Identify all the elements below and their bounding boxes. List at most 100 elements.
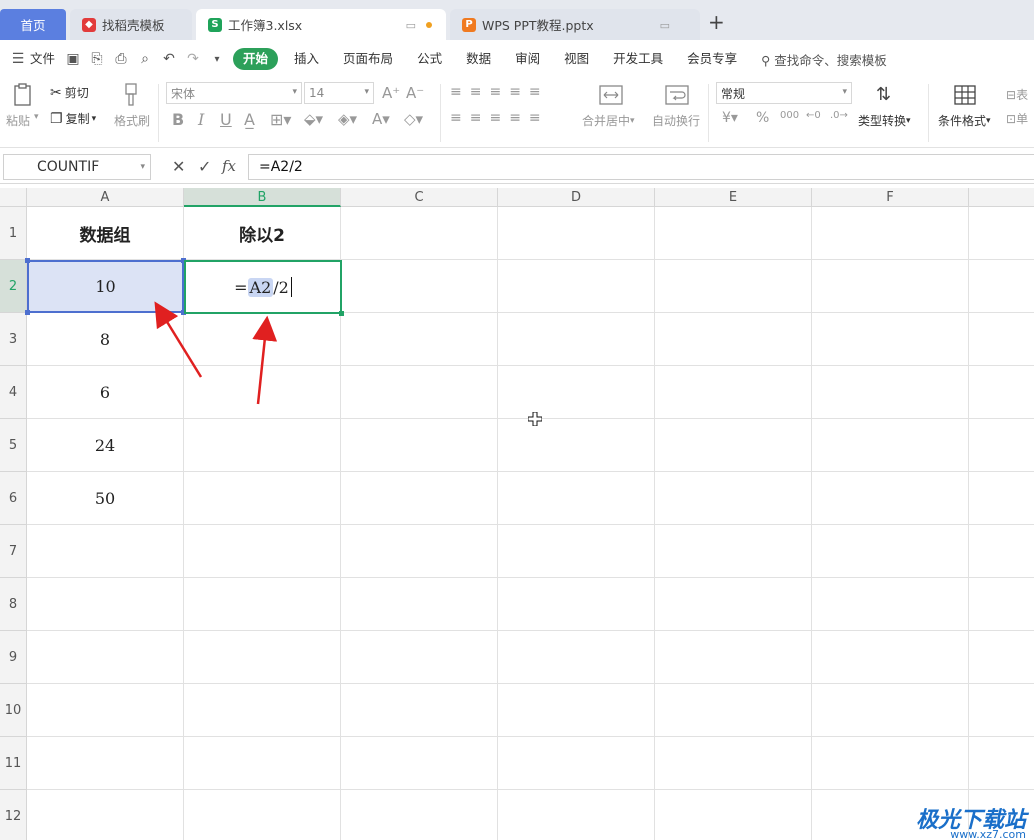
cut-button[interactable]: ✂ 剪切 [50, 84, 89, 101]
grid-cell[interactable] [184, 366, 341, 419]
grid-cell[interactable] [812, 207, 969, 260]
column-header-g[interactable] [969, 188, 1034, 207]
number-format-select[interactable]: 常规 ▾ [716, 82, 852, 104]
grid-cell[interactable] [655, 313, 812, 366]
print-preview-icon[interactable]: ⌕ [133, 48, 157, 70]
cell-a5[interactable]: 24 [27, 419, 184, 472]
grid-cell[interactable] [184, 631, 341, 684]
tab-ppt[interactable]: P WPS PPT教程.pptx ▭ [450, 9, 700, 40]
grid-cell[interactable] [812, 631, 969, 684]
grid-cell[interactable] [27, 578, 184, 631]
grid-cell[interactable] [341, 631, 498, 684]
grid-cell[interactable] [655, 684, 812, 737]
row-header-4[interactable]: 4 [0, 366, 27, 419]
row-header-5[interactable]: 5 [0, 419, 27, 472]
grid-cell[interactable] [969, 313, 1034, 366]
grid-cell[interactable] [184, 790, 341, 840]
grid-cell[interactable] [655, 260, 812, 313]
grid-cell[interactable] [655, 737, 812, 790]
name-box[interactable]: COUNTIF ▾ [3, 154, 151, 180]
menu-developer[interactable]: 开发工具 [601, 48, 675, 70]
eraser-icon[interactable]: ◇▾ [404, 110, 423, 128]
grid-cell[interactable] [655, 525, 812, 578]
monitor-icon[interactable]: ▭ [406, 19, 416, 32]
grid-cell[interactable] [27, 525, 184, 578]
grid-cell[interactable] [655, 207, 812, 260]
tab-home[interactable]: 首页 [0, 9, 66, 40]
row-header-6[interactable]: 6 [0, 472, 27, 525]
font-color-icon[interactable]: A▾ [372, 110, 390, 128]
grid-cell[interactable] [498, 525, 655, 578]
percent-icon[interactable]: % [756, 110, 769, 126]
customize-chevron-down-icon[interactable]: ▾ [205, 48, 229, 70]
grid-cell[interactable] [341, 525, 498, 578]
cell-button[interactable]: ⊡ 单 [1006, 110, 1028, 127]
grid-cell[interactable] [969, 737, 1034, 790]
cell-a4[interactable]: 6 [27, 366, 184, 419]
grid-cell[interactable] [812, 737, 969, 790]
column-header-b[interactable]: B [184, 188, 341, 207]
grid-cell[interactable] [184, 684, 341, 737]
grid-cell[interactable] [969, 260, 1034, 313]
decrease-font-icon[interactable]: A⁻ [406, 84, 424, 102]
menu-insert[interactable]: 插入 [282, 48, 331, 70]
grid-cell[interactable] [341, 684, 498, 737]
grid-cell[interactable] [969, 472, 1034, 525]
grid-cell[interactable] [969, 631, 1034, 684]
export-pdf-icon[interactable]: ⎘ [85, 48, 109, 70]
menu-page-layout[interactable]: 页面布局 [331, 48, 405, 70]
format-painter-icon[interactable] [118, 82, 144, 108]
redo-icon[interactable]: ↷ [181, 48, 205, 70]
grid-cell[interactable] [655, 472, 812, 525]
column-header-c[interactable]: C [341, 188, 498, 207]
grid-cell[interactable] [184, 578, 341, 631]
grid-cell[interactable] [498, 207, 655, 260]
hamburger-menu-icon[interactable]: ☰ [6, 48, 30, 70]
ref-handle[interactable] [25, 258, 30, 263]
menu-start[interactable]: 开始 [233, 48, 279, 70]
grid-cell[interactable] [498, 790, 655, 840]
confirm-check-icon[interactable]: ✓ [198, 157, 211, 176]
type-convert-button[interactable]: 类型转换 ▾ [858, 112, 911, 129]
grid-cell[interactable] [341, 207, 498, 260]
cell-b1[interactable]: 除以2 [184, 207, 341, 260]
menu-view[interactable]: 视图 [552, 48, 601, 70]
cell-a6[interactable]: 50 [27, 472, 184, 525]
menu-review[interactable]: 审阅 [503, 48, 552, 70]
thousands-icon[interactable]: 000 [780, 110, 799, 121]
grid-cell[interactable] [812, 525, 969, 578]
merge-center-icon[interactable] [598, 82, 624, 108]
grid-cell[interactable] [498, 737, 655, 790]
grid-cell[interactable] [812, 419, 969, 472]
row-header-1[interactable]: 1 [0, 207, 27, 260]
wrap-text-label[interactable]: 自动换行 [652, 112, 700, 129]
cell-a3[interactable]: 8 [27, 313, 184, 366]
print-icon[interactable]: ⎙ [109, 48, 133, 70]
new-tab-plus-icon[interactable]: + [708, 12, 725, 32]
row-header-10[interactable]: 10 [0, 684, 27, 737]
fill-color-icon[interactable]: ⬙▾ [304, 110, 323, 128]
conditional-format-icon[interactable] [952, 82, 978, 108]
horizontal-align-icons[interactable]: ≡≡≡≡≡ [450, 110, 549, 126]
grid-cell[interactable] [341, 737, 498, 790]
insert-function-button[interactable]: fx [222, 157, 236, 175]
grid-cell[interactable] [341, 366, 498, 419]
table-style-button[interactable]: ⊟ 表 [1006, 86, 1028, 103]
formula-input[interactable]: =A2/2 [248, 154, 1034, 180]
grid-cell[interactable] [812, 260, 969, 313]
row-header-11[interactable]: 11 [0, 737, 27, 790]
grid-cell[interactable] [341, 578, 498, 631]
grid-cell[interactable] [184, 525, 341, 578]
vertical-align-icons[interactable]: ≡≡≡≡≡ [450, 84, 549, 100]
decrease-decimal-icon[interactable]: .0→ [830, 110, 848, 121]
currency-icon[interactable]: ¥▾ [722, 110, 738, 126]
row-header-9[interactable]: 9 [0, 631, 27, 684]
grid-cell[interactable] [812, 472, 969, 525]
grid-cell[interactable] [969, 578, 1034, 631]
paste-label[interactable]: 粘贴 [6, 112, 30, 129]
grid-cell[interactable] [655, 790, 812, 840]
font-size-select[interactable]: 14 ▾ [304, 82, 374, 104]
wrap-text-icon[interactable] [664, 82, 690, 108]
grid-cell[interactable] [341, 313, 498, 366]
paste-chevron-down-icon[interactable]: ▾ [34, 112, 39, 122]
